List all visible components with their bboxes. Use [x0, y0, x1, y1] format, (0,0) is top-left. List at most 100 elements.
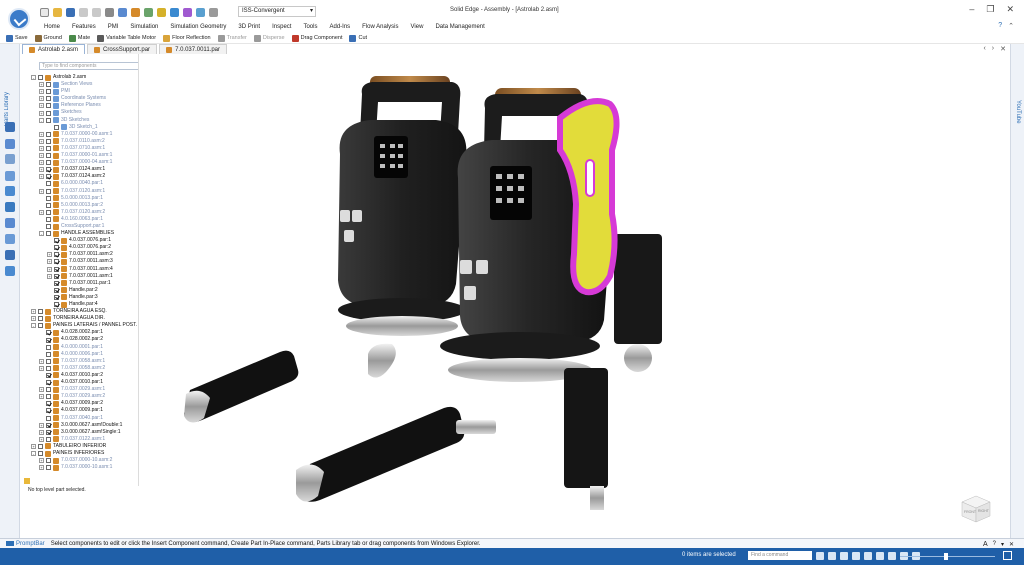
expand-icon[interactable]: + — [39, 422, 44, 428]
expand-icon[interactable]: + — [31, 309, 36, 315]
doc-scroll-left-icon[interactable]: ‹ — [983, 45, 985, 53]
tree-row[interactable]: +7.0.037.0000-10.asm:1 — [31, 464, 138, 471]
layers-icon[interactable] — [5, 139, 15, 149]
fit-icon[interactable] — [816, 552, 824, 560]
settings-icon[interactable] — [105, 7, 114, 17]
promptbar-label[interactable]: PromptBar — [0, 541, 51, 547]
part-icon[interactable] — [157, 7, 166, 17]
display-checkbox[interactable] — [46, 131, 51, 137]
collapse-icon[interactable]: - — [39, 117, 44, 123]
display-checkbox[interactable] — [46, 174, 51, 180]
display-checkbox[interactable] — [38, 443, 43, 449]
display-checkbox[interactable] — [46, 188, 51, 194]
tree-row[interactable]: +7.0.037.0710.asm:1 — [31, 145, 138, 152]
display-checkbox[interactable] — [46, 394, 51, 400]
doc-tab-2[interactable]: 7.0.037.0011.par — [159, 44, 227, 54]
display-checkbox[interactable] — [46, 195, 51, 201]
display-checkbox[interactable] — [54, 252, 59, 258]
display-checkbox[interactable] — [46, 344, 51, 350]
display-checkbox[interactable] — [46, 337, 51, 343]
tree-row[interactable]: + Reference Planes — [31, 102, 138, 109]
display-checkbox[interactable] — [38, 316, 43, 322]
tree-row[interactable]: 4.0.037.0009.par:1 — [31, 407, 138, 414]
view-icon[interactable] — [196, 7, 205, 17]
display-checkbox[interactable] — [46, 401, 51, 407]
tree-row[interactable]: 4.0.160.0063.par:1 — [31, 216, 138, 223]
zoom-slider-knob[interactable] — [944, 553, 948, 560]
expand-icon[interactable]: + — [39, 167, 44, 173]
shading-icon[interactable] — [888, 552, 896, 560]
open-folder-icon[interactable] — [53, 7, 62, 17]
display-checkbox[interactable] — [46, 153, 51, 159]
expand-icon[interactable]: + — [39, 160, 44, 166]
tree-row[interactable]: 6.0.000.0040.par:1 — [31, 180, 138, 187]
tree-row[interactable]: +7.0.037.0029.asm:1 — [31, 386, 138, 393]
tree-row[interactable]: +7.0.037.0000-00.asm:1 — [31, 131, 138, 138]
youtube-tab[interactable]: YouTube — [1015, 100, 1021, 124]
expand-icon[interactable]: + — [39, 174, 44, 180]
parts-library-tab[interactable]: Parts Library — [4, 92, 10, 126]
tree-row[interactable]: +7.0.037.0011.asm:1 — [31, 273, 138, 280]
tree-row[interactable]: +7.0.037.0000-10.asm:2 — [31, 457, 138, 464]
display-checkbox[interactable] — [46, 167, 51, 173]
expand-icon[interactable]: + — [39, 89, 44, 95]
collapse-icon[interactable]: - — [31, 75, 36, 81]
expand-icon[interactable]: + — [39, 387, 44, 393]
tree-row[interactable]: 5.0.000.0013.par:2 — [31, 202, 138, 209]
cmd-drag-component-button[interactable]: Drag Component — [291, 34, 342, 42]
cmd-save-button[interactable]: Save — [6, 34, 28, 42]
rotate-icon[interactable] — [864, 552, 872, 560]
expand-icon[interactable]: + — [39, 465, 44, 471]
expand-icon[interactable]: + — [39, 153, 44, 159]
tree-row[interactable]: 4.0.037.0010.par:1 — [31, 379, 138, 386]
tree-row[interactable]: + Section Views — [31, 81, 138, 88]
display-checkbox[interactable] — [46, 465, 51, 471]
pan-icon[interactable] — [852, 552, 860, 560]
assembly-icon[interactable] — [170, 7, 179, 17]
reports-icon[interactable] — [5, 250, 15, 260]
tree-row[interactable]: - HANDLE ASSEMBLIES — [31, 230, 138, 237]
expand-icon[interactable]: + — [39, 103, 44, 109]
tree-row[interactable]: Handle.par:4 — [31, 301, 138, 308]
display-checkbox[interactable] — [46, 372, 51, 378]
expand-icon[interactable]: + — [39, 188, 44, 194]
display-checkbox[interactable] — [54, 273, 59, 279]
display-checkbox[interactable] — [38, 451, 43, 457]
tree-row[interactable]: CrossSupport.par:1 — [31, 223, 138, 230]
tree-row[interactable]: + PMI — [31, 88, 138, 95]
display-checkbox[interactable] — [46, 231, 51, 237]
expand-icon[interactable]: + — [39, 82, 44, 88]
tree-row[interactable]: - 3D Sketches — [31, 117, 138, 124]
tree-row[interactable]: 4.0.000.0001.par:1 — [31, 344, 138, 351]
display-checkbox[interactable] — [54, 266, 59, 272]
tree-row[interactable]: +7.0.037.0124.asm:1 — [31, 166, 138, 173]
display-checkbox[interactable] — [46, 429, 51, 435]
display-checkbox[interactable] — [46, 202, 51, 208]
pmi-icon[interactable] — [209, 7, 218, 17]
expand-icon[interactable]: + — [39, 96, 44, 102]
tree-row[interactable]: +7.0.037.0058.asm:2 — [31, 365, 138, 372]
minimize-icon[interactable]: – — [969, 4, 974, 15]
display-checkbox[interactable] — [46, 415, 51, 421]
display-checkbox[interactable] — [54, 238, 59, 244]
display-checkbox[interactable] — [46, 365, 51, 371]
restore-icon[interactable]: ❐ — [986, 4, 994, 15]
display-checkbox[interactable] — [54, 124, 59, 130]
redo-icon[interactable] — [92, 7, 101, 17]
display-checkbox[interactable] — [46, 138, 51, 144]
tree-row[interactable]: +7.0.037.0120.asm:2 — [31, 209, 138, 216]
color-icon[interactable] — [131, 7, 140, 17]
tree-row[interactable]: - PAINEIS INFERIORES — [31, 450, 138, 457]
expand-icon[interactable]: + — [39, 394, 44, 400]
tree-row[interactable]: - PAINEIS LATERAIS / PANNEL POST. — [31, 322, 138, 329]
display-checkbox[interactable] — [46, 216, 51, 222]
display-checkbox[interactable] — [54, 287, 59, 293]
tree-row[interactable]: +7.0.037.0029.asm:2 — [31, 393, 138, 400]
cmd-mate-button[interactable]: Mate — [68, 34, 90, 42]
tree-row[interactable]: Handle.par:3 — [31, 294, 138, 301]
display-checkbox[interactable] — [46, 436, 51, 442]
tree-row[interactable]: + TORNEIRA AGUA DIR. — [31, 315, 138, 322]
tree-row[interactable]: 5.0.000.0013.par:1 — [31, 195, 138, 202]
display-checkbox[interactable] — [46, 387, 51, 393]
display-checkbox[interactable] — [46, 110, 51, 116]
